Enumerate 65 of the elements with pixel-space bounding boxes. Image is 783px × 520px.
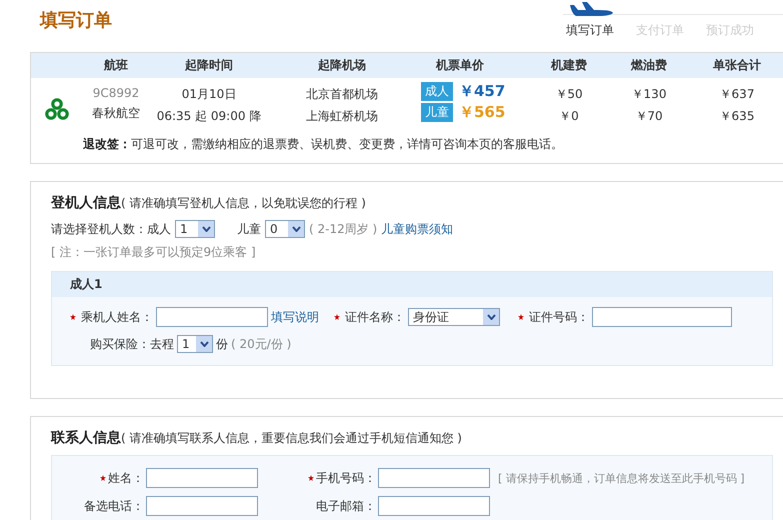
insurance-select[interactable]: 1	[177, 335, 213, 353]
step-label: 填写订单	[566, 22, 614, 39]
insurance-label: 购买保险：去程	[90, 336, 174, 352]
text-field[interactable]	[156, 307, 268, 327]
fuel-fee: ￥70	[635, 108, 663, 125]
passenger-limit-note: [ 注：一张订单最多可以预定9位乘客 ]	[51, 244, 257, 261]
ticket-price: ￥565	[459, 103, 506, 122]
panel-title: 成人1	[52, 272, 772, 297]
total-price: ￥635	[720, 108, 754, 125]
field-label: 姓名：	[108, 470, 144, 486]
field-note: [ 请保持手机畅通，订单信息将发送至此手机号码 ]	[498, 470, 745, 486]
age-note: ( 2-12周岁 )	[309, 220, 378, 238]
flight-date: 01月10日	[182, 86, 236, 103]
fare-tag: 儿童	[421, 103, 453, 122]
column-header: 机票单价	[436, 57, 484, 74]
caret-icon	[202, 226, 210, 232]
insurance-price: ( 20元/份 )	[231, 336, 292, 352]
page-title: 填写订单	[40, 9, 112, 33]
section-hint: ( 请准确填写登机人信息，以免耽误您的行程 )	[121, 196, 366, 210]
child-ticket-link[interactable]: 儿童购票须知	[381, 220, 454, 238]
fare-tag: 成人	[421, 82, 453, 101]
column-header: 起降机场	[318, 57, 366, 74]
section-hint: ( 请准确填写联系人信息，重要信息我们会通过手机短信通知您 )	[121, 431, 462, 445]
insurance-unit: 份	[216, 336, 228, 352]
column-header: 机建费	[551, 57, 587, 74]
total-price: ￥637	[720, 86, 754, 103]
text-field[interactable]	[378, 496, 490, 516]
airline-name: 春秋航空	[92, 105, 140, 122]
departure-airport: 北京首都机场	[306, 86, 378, 103]
flight-number: 9C8992	[92, 86, 140, 100]
text-field[interactable]	[146, 496, 258, 516]
field-label: 电子邮箱：	[316, 498, 376, 514]
adult-count-select[interactable]: 1	[175, 220, 215, 238]
fill-instructions-link[interactable]: 填写说明	[271, 308, 319, 326]
section-heading: 联系人信息	[51, 430, 121, 446]
refund-label: 退改签：	[83, 137, 131, 151]
clover-logo-icon	[45, 98, 69, 122]
field-label: 证件号码：	[529, 308, 589, 326]
text-field[interactable]	[378, 468, 490, 488]
text-field[interactable]	[592, 307, 732, 327]
refund-text: 可退可改，需缴纳相应的退票费、误机费、变更费，详情可咨询本页的客服电话。	[131, 137, 563, 151]
adult-count-label: 请选择登机人数：成人	[51, 220, 171, 238]
field-label: 证件名称：	[345, 308, 405, 326]
column-header: 起降时间	[185, 57, 233, 74]
column-header: 航班	[104, 57, 128, 74]
airplane-icon	[568, 2, 614, 18]
section-heading: 登机人信息	[51, 195, 121, 211]
caret-icon	[486, 314, 496, 320]
airport-fee: ￥50	[555, 86, 583, 103]
id-type-select[interactable]: 身份证	[408, 308, 500, 326]
field-label: 乘机人姓名：	[81, 308, 153, 326]
child-count-label: 儿童	[237, 220, 261, 238]
field-label: 备选电话：	[84, 498, 144, 514]
caret-icon	[200, 341, 208, 347]
flight-times: 06:35 起 09:00 降	[156, 108, 262, 125]
airport-fee: ￥0	[559, 108, 579, 125]
child-count-select[interactable]: 0	[265, 220, 305, 238]
caret-icon	[292, 226, 300, 232]
arrival-airport: 上海虹桥机场	[306, 108, 378, 125]
text-field[interactable]	[146, 468, 258, 488]
field-label: 手机号码：	[316, 470, 376, 486]
column-header: 燃油费	[631, 57, 667, 74]
ticket-price: ￥457	[459, 82, 506, 101]
fuel-fee: ￥130	[632, 86, 666, 103]
column-header: 单张合计	[713, 57, 761, 74]
